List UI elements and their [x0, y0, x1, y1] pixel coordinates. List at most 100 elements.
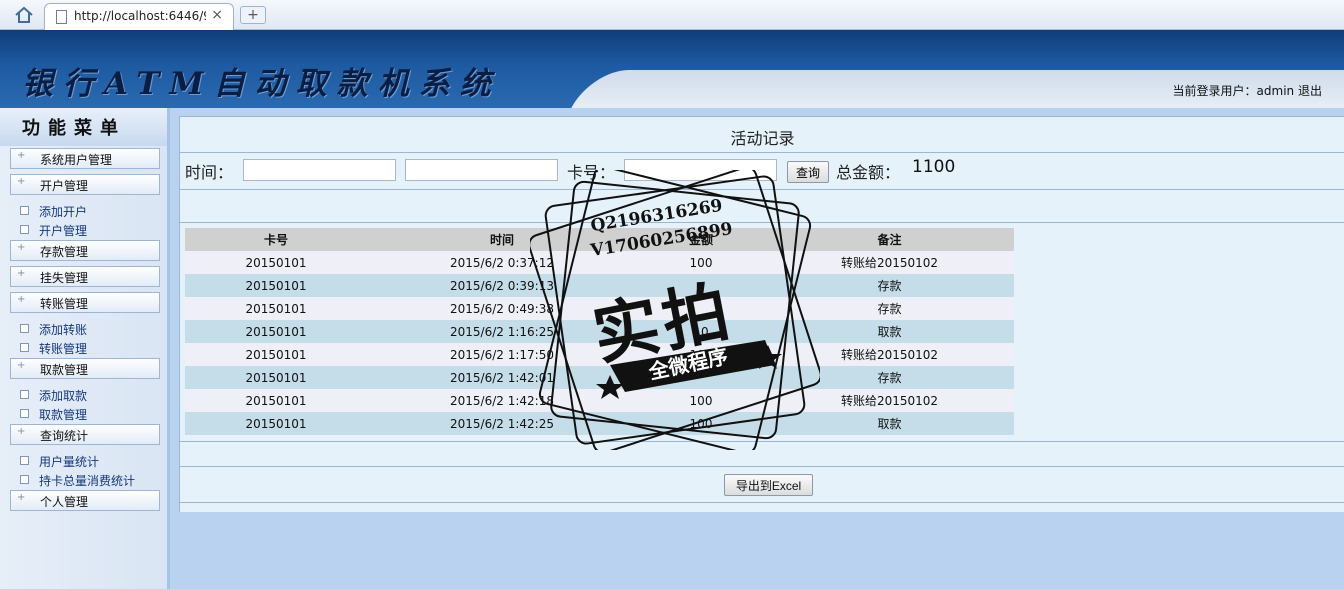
cell-time: 2015/6/2 1:42:18 [367, 389, 637, 412]
menu-label: 添加转账 [39, 323, 88, 337]
expand-icon: + [17, 294, 26, 305]
cell-amount [637, 274, 765, 297]
item-icon [20, 225, 29, 234]
expand-icon: + [17, 360, 26, 371]
menu-add-transfer[interactable]: 添加转账 [20, 321, 87, 338]
table-row: 20150101 2015/6/2 0:49:38 存款 [185, 297, 1014, 320]
col-amount: 金额 [637, 228, 765, 251]
menu-account-mgmt[interactable]: + 开户管理 [10, 174, 160, 195]
cell-card: 20150101 [185, 274, 367, 297]
cell-card: 20150101 [185, 412, 367, 435]
menu-user-stats[interactable]: 用户量统计 [20, 453, 99, 470]
expand-icon: + [17, 150, 26, 161]
col-card-number: 卡号 [185, 228, 367, 251]
expand-icon: + [17, 176, 26, 187]
menu-label: 取款管理 [40, 363, 89, 377]
menu-label: 个人管理 [40, 495, 89, 509]
menu-label: 存款管理 [40, 245, 89, 259]
card-label: 卡号： [567, 163, 616, 182]
logout-link[interactable]: 退出 [1298, 84, 1322, 98]
menu-card-consumption-stats[interactable]: 持卡总量消费统计 [20, 472, 135, 489]
menu-personal-mgmt[interactable]: + 个人管理 [10, 490, 160, 511]
item-icon [20, 206, 29, 215]
search-bar: 时间： 卡号： 查询 总金额： 1100 [180, 153, 1344, 190]
query-button[interactable]: 查询 [787, 161, 829, 183]
item-icon [20, 475, 29, 484]
cell-time: 2015/6/2 1:17:50 [367, 343, 637, 366]
cell-remark: 转账给20150102 [765, 251, 1014, 274]
cell-amount [637, 297, 765, 320]
address-url[interactable]: http://localhost:6446/9 [74, 9, 206, 23]
menu-label: 取款管理 [39, 408, 88, 422]
expand-icon: + [17, 268, 26, 279]
cell-time: 2015/6/2 1:42:25 [367, 412, 637, 435]
table-header-row: 卡号 时间 金额 备注 [185, 228, 1014, 251]
cell-amount [637, 366, 765, 389]
item-icon [20, 390, 29, 399]
item-icon [20, 343, 29, 352]
menu-label: 开户管理 [39, 224, 88, 238]
time-label: 时间： [185, 163, 234, 182]
cell-amount: 10 [637, 320, 765, 343]
item-icon [20, 409, 29, 418]
menu-label: 系统用户管理 [40, 153, 113, 167]
item-icon [20, 324, 29, 333]
cell-remark: 存款 [765, 274, 1014, 297]
cell-amount: 100 [637, 412, 765, 435]
menu-system-users[interactable]: + 系统用户管理 [10, 148, 160, 169]
cell-remark: 取款 [765, 412, 1014, 435]
cell-time: 2015/6/2 0:49:38 [367, 297, 637, 320]
sidebar-menu: 功能菜单 + 系统用户管理 + 开户管理 添加开户 开户管理 + 存款管理 + 挂失管理… [0, 108, 170, 589]
col-time: 时间 [367, 228, 637, 251]
expand-icon: + [17, 426, 26, 437]
records-table: 卡号 时间 金额 备注 20150101 2015/6/2 0:37:12 100 转… [185, 228, 1014, 435]
menu-transfer-mgmt[interactable]: + 转账管理 [10, 292, 160, 313]
export-excel-button[interactable]: 导出到Excel [724, 474, 813, 496]
expand-icon: + [17, 242, 26, 253]
menu-account-list[interactable]: 开户管理 [20, 222, 87, 239]
cell-time: 2015/6/2 0:39:13 [367, 274, 637, 297]
menu-loss-mgmt[interactable]: + 挂失管理 [10, 266, 160, 287]
cell-amount: 100 [637, 389, 765, 412]
divider [180, 466, 1344, 467]
table-row: 20150101 2015/6/2 0:39:13 存款 [185, 274, 1014, 297]
menu-add-account[interactable]: 添加开户 [20, 203, 87, 220]
menu-deposit-mgmt[interactable]: + 存款管理 [10, 240, 160, 261]
table-row: 20150101 2015/6/2 1:42:25 100 取款 [185, 412, 1014, 435]
cell-card: 20150101 [185, 251, 367, 274]
total-label: 总金额： [836, 163, 901, 182]
menu-withdraw-mgmt[interactable]: + 取款管理 [10, 358, 160, 379]
card-number-input[interactable] [624, 159, 777, 181]
time-from-input[interactable] [243, 159, 396, 181]
home-icon[interactable] [12, 5, 36, 25]
cell-card: 20150101 [185, 389, 367, 412]
page-title: 活动记录 [180, 117, 1344, 153]
menu-transfer-list[interactable]: 转账管理 [20, 340, 87, 357]
cell-card: 20150101 [185, 320, 367, 343]
table-row: 20150101 2015/6/2 1:16:25 10 取款 [185, 320, 1014, 343]
menu-withdraw-list[interactable]: 取款管理 [20, 406, 87, 423]
main-panel: 活动记录 时间： 卡号： 查询 总金额： 1100 卡号 时间 金额 备注 20… [179, 116, 1344, 512]
table-row: 20150101 2015/6/2 1:17:50 100 转账给20150102 [185, 343, 1014, 366]
menu-label: 持卡总量消费统计 [39, 474, 136, 488]
cell-time: 2015/6/2 1:42:01 [367, 366, 637, 389]
menu-add-withdraw[interactable]: 添加取款 [20, 387, 87, 404]
new-tab-button[interactable]: + [240, 6, 266, 24]
browser-tab[interactable]: http://localhost:6446/9 × [44, 3, 234, 30]
item-icon [20, 456, 29, 465]
cell-remark: 取款 [765, 320, 1014, 343]
menu-query-stats[interactable]: + 查询统计 [10, 424, 160, 445]
cell-time: 2015/6/2 1:16:25 [367, 320, 637, 343]
table-row: 20150101 2015/6/2 1:42:01 存款 [185, 366, 1014, 389]
table-row: 20150101 2015/6/2 0:37:12 100 转账给20150102 [185, 251, 1014, 274]
current-username: admin [1256, 84, 1295, 98]
menu-label: 用户量统计 [39, 455, 100, 469]
user-info: 当前登录用户：admin 退出 [1173, 82, 1322, 99]
cell-card: 20150101 [185, 297, 367, 320]
menu-title: 功能菜单 [0, 108, 167, 146]
menu-label: 添加开户 [39, 205, 88, 219]
close-tab-icon[interactable]: × [211, 7, 223, 23]
spacer-row [180, 190, 1344, 223]
expand-icon: + [17, 492, 26, 503]
time-to-input[interactable] [405, 159, 558, 181]
